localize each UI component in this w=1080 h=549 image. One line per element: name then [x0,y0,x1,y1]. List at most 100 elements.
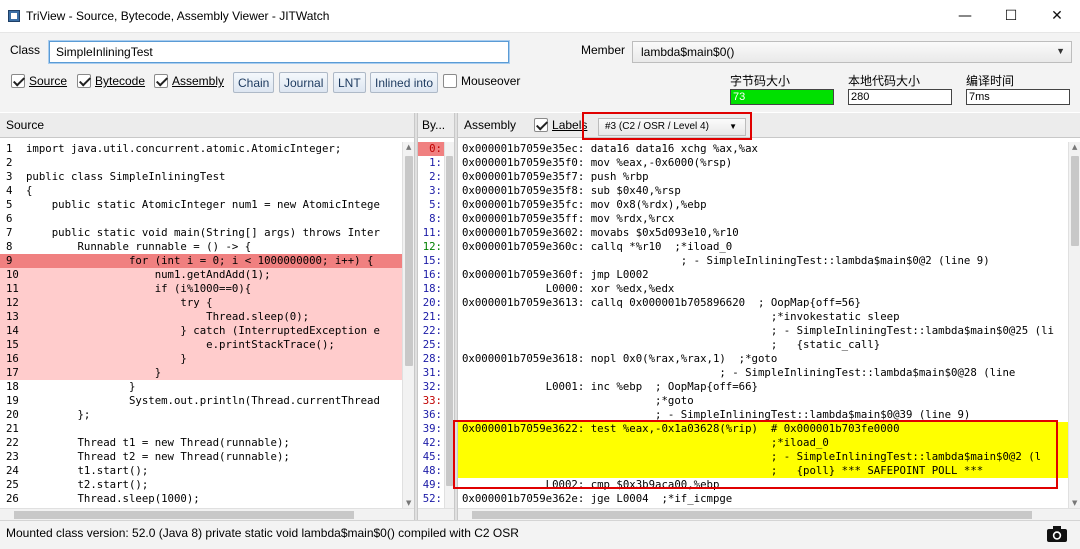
source-line[interactable]: 2 [0,156,414,170]
bytecode-offset[interactable]: 52: [418,492,444,506]
bytecode-offset[interactable]: 25: [418,338,444,352]
assembly-line[interactable]: 0x000001b7059e35f7: push %rbp [458,170,1068,184]
bytecode-offset[interactable]: 49: [418,478,444,492]
source-line[interactable]: 24 t1.start(); [0,464,414,478]
bytecode-offset[interactable]: 8: [418,212,444,226]
source-vertical-scrollbar[interactable]: ▲ ▼ [402,142,414,508]
bytecode-view[interactable]: 0: 1: 2: 3: 5: 8: 11: 12: 15: 16: 18: 20: 21: 22: 25: 2… [418,142,444,520]
assembly-checkbox-box[interactable] [154,74,168,88]
assembly-line[interactable]: ; - SimpleInliningTest::lambda$main$0@25… [458,324,1068,338]
bytecode-offset[interactable]: 1: [418,156,444,170]
source-scroll-thumb[interactable] [405,156,413,366]
bytecode-offset[interactable]: 22: [418,324,444,338]
source-line[interactable]: 3 public class SimpleInliningTest [0,170,414,184]
scroll-up-icon[interactable]: ▲ [1072,143,1077,151]
source-line[interactable]: 11 if (i%1000==0){ [0,282,414,296]
assembly-line[interactable]: 0x000001b7059e360f: jmp L0002 [458,268,1068,282]
scroll-down-icon[interactable]: ▼ [406,499,411,507]
lnt-button[interactable]: LNT [333,72,366,93]
bytecode-offset[interactable]: 3: [418,184,444,198]
bytecode-checkbox-box[interactable] [77,74,91,88]
bytecode-offset[interactable]: 28: [418,352,444,366]
source-line[interactable]: 9 for (int i = 0; i < 1000000000; i++) { [0,254,414,268]
source-checkbox-box[interactable] [11,74,25,88]
assembly-line[interactable]: L0000: xor %edx,%edx [458,282,1068,296]
source-line[interactable]: 12 try { [0,296,414,310]
source-line[interactable]: 6 [0,212,414,226]
bytecode-offset[interactable]: 33: [418,394,444,408]
source-line[interactable]: 25 t2.start(); [0,478,414,492]
bytecode-offset[interactable]: 48: [418,464,444,478]
source-line[interactable]: 1 import java.util.concurrent.atomic.Atom… [0,142,414,156]
mouseover-checkbox[interactable]: Mouseover [443,72,520,90]
assembly-vertical-scrollbar[interactable]: ▲ ▼ [1068,142,1080,508]
source-line[interactable]: 23 Thread t2 = new Thread(runnable); [0,450,414,464]
bytecode-offset[interactable]: 2: [418,170,444,184]
source-line[interactable]: 13 Thread.sleep(0); [0,310,414,324]
labels-checkbox[interactable] [534,118,549,132]
scroll-up-icon[interactable]: ▲ [406,143,411,151]
inlined-into-button[interactable]: Inlined into [370,72,439,93]
assembly-checkbox[interactable]: Assembly [154,72,224,90]
close-icon[interactable]: ✕ [1034,0,1080,32]
member-select[interactable]: lambda$main$0() ▼ [632,41,1072,63]
bytecode-offset[interactable]: 18: [418,282,444,296]
assembly-line[interactable]: 0x000001b7059e362e: jge L0004 ;*if_icmpg… [458,492,1068,506]
source-line[interactable]: 4{ [0,184,414,198]
source-horizontal-scrollbar[interactable] [0,508,414,520]
bytecode-offset[interactable]: 15: [418,254,444,268]
bytecode-offset[interactable]: 5: [418,198,444,212]
bytecode-offset[interactable]: 36: [418,408,444,422]
bytecode-offset[interactable]: 42: [418,436,444,450]
assembly-line[interactable]: ; - SimpleInliningTest::lambda$main$0@28… [458,366,1068,380]
assembly-line[interactable]: L0001: inc %ebp ; OopMap{off=66} [458,380,1068,394]
bytecode-offset[interactable]: 21: [418,310,444,324]
assembly-scroll-thumb[interactable] [1071,156,1079,246]
assembly-line[interactable]: 0x000001b7059e35fc: mov 0x8(%rdx),%ebp [458,198,1068,212]
assembly-line[interactable]: 0x000001b7059e35ff: mov %rdx,%rcx [458,212,1068,226]
assembly-line[interactable]: 0x000001b7059e3602: movabs $0x5d093e10,%… [458,226,1068,240]
bytecode-checkbox[interactable]: Bytecode [77,72,145,90]
bytecode-offset[interactable]: 11: [418,226,444,240]
bytecode-offset[interactable]: 32: [418,380,444,394]
source-line[interactable]: 5 public static AtomicInteger num1 = new… [0,198,414,212]
source-line[interactable]: 15 e.printStackTrace(); [0,338,414,352]
source-line[interactable]: 8 Runnable runnable = () -> { [0,240,414,254]
source-code-view[interactable]: 1 import java.util.concurrent.atomic.Atom… [0,142,414,520]
bytecode-offset[interactable]: 20: [418,296,444,310]
source-checkbox[interactable]: Source [11,72,67,90]
bytecode-offset[interactable]: 39: [418,422,444,436]
source-line[interactable]: 18 } [0,380,414,394]
assembly-line[interactable]: 0x000001b7059e3618: nopl 0x0(%rax,%rax,1… [458,352,1068,366]
bytecode-scroll-thumb[interactable] [446,156,453,486]
bytecode-offset[interactable]: 0: [418,142,444,156]
assembly-line[interactable]: 0x000001b7059e35f8: sub $0x40,%rsp [458,184,1068,198]
chain-button[interactable]: Chain [233,72,275,93]
mouseover-checkbox-box[interactable] [443,74,457,88]
assembly-hscroll-thumb[interactable] [472,511,1032,519]
source-line[interactable]: 26 Thread.sleep(1000); [0,492,414,506]
scroll-down-icon[interactable]: ▼ [1072,499,1077,507]
assembly-line[interactable]: 0x000001b7059e35ec: data16 data16 xchg %… [458,142,1068,156]
assembly-line[interactable]: 0x000001b7059e35f0: mov %eax,-0x6000(%rs… [458,156,1068,170]
assembly-line[interactable]: ;*invokestatic sleep [458,310,1068,324]
source-line[interactable]: 16 } [0,352,414,366]
class-input[interactable]: SimpleInliningTest [49,41,509,63]
maximize-icon[interactable]: ☐ [988,0,1034,32]
source-line[interactable]: 10 num1.getAndAdd(1); [0,268,414,282]
bytecode-offset[interactable]: 45: [418,450,444,464]
bytecode-offset[interactable]: 31: [418,366,444,380]
source-line[interactable]: 14 } catch (InterruptedException e [0,324,414,338]
bytecode-offset[interactable]: 16: [418,268,444,282]
source-line[interactable]: 21 [0,422,414,436]
assembly-line[interactable]: ; - SimpleInliningTest::lambda$main$0@2 … [458,254,1068,268]
assembly-line[interactable]: 0x000001b7059e360c: callq *%r10 ;*iload_… [458,240,1068,254]
minimize-icon[interactable]: — [942,0,988,32]
camera-icon[interactable] [1046,525,1068,543]
source-line[interactable]: 20 }; [0,408,414,422]
source-hscroll-thumb[interactable] [14,511,354,519]
bytecode-offset[interactable]: 12: [418,240,444,254]
source-line[interactable]: 22 Thread t1 = new Thread(runnable); [0,436,414,450]
assembly-line[interactable]: ;*goto [458,394,1068,408]
bytecode-horizontal-scrollbar[interactable] [418,508,454,520]
